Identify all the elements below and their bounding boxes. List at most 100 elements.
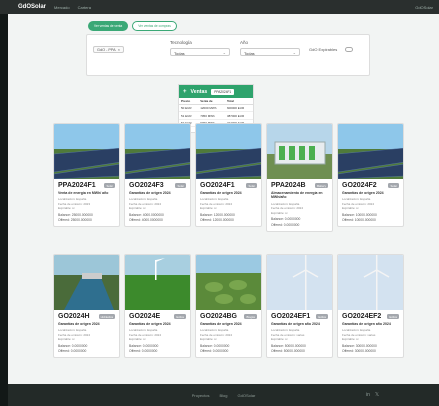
card-values: Balance: 30000.000000 Offered: 30000.0000… bbox=[342, 344, 399, 355]
table-row[interactable]: 50 EUR 12000 MWh 600000 EUR bbox=[179, 104, 253, 113]
biogas-plant-image bbox=[196, 255, 261, 310]
account-link[interactable]: GdOSolar bbox=[415, 5, 433, 10]
card-title: GO2024EF1 bbox=[271, 313, 311, 320]
footer: Proyectos Blog GdOSolar in 𝕏 bbox=[8, 384, 439, 406]
card-type-badge: Solar bbox=[175, 182, 186, 189]
card-offered: Offered: 0.0000000 bbox=[200, 349, 229, 354]
card-offered: Offered: 50000.000000 bbox=[271, 349, 305, 354]
card-title-row: PPA2024B Battery bbox=[271, 182, 328, 189]
card-description: Garantías de origen 2024 bbox=[200, 322, 242, 326]
cell: 600000 EUR bbox=[224, 104, 253, 113]
card-values: Balance: 50000.000000 Offered: 50000.0000… bbox=[271, 344, 328, 355]
card-title-row: GO2024BG Biogás bbox=[200, 313, 257, 320]
product-card[interactable]: GO2024H Hidráulica Garantías de origen 202… bbox=[53, 254, 120, 359]
card-description: Garantías de origen 2024 bbox=[342, 191, 384, 195]
sales-header: + Ventas PPA2024F1 bbox=[179, 85, 253, 98]
card-title-row: GO2024E Eólica bbox=[129, 313, 186, 320]
ano-select[interactable]: Todas ⌄ bbox=[240, 48, 300, 56]
card-offered: Offered: 0.0000000 bbox=[129, 349, 158, 354]
card-title: PPA2024B bbox=[271, 182, 306, 189]
card-description: Almacenamiento de energía en MWh/año bbox=[271, 191, 323, 200]
sales-code: PPA2024F1 bbox=[211, 88, 235, 95]
card-meta: Localización: España Fecha de emisión: 20… bbox=[271, 202, 328, 216]
card-meta: Localización: España Fecha de emisión: 20… bbox=[200, 328, 257, 342]
brand-logo[interactable]: GdOSolar bbox=[18, 4, 46, 10]
card-meta: Localización: España Fecha de emisión: va… bbox=[271, 328, 328, 342]
card-title-row: GO2024F1 Solar bbox=[200, 182, 257, 189]
ano-label: Año bbox=[240, 40, 249, 45]
sales-title: Ventas bbox=[190, 88, 208, 95]
nav-mercado[interactable]: Mercado bbox=[54, 5, 70, 10]
expired-label: GdO Expirables bbox=[309, 46, 338, 52]
card-title: PPA2024F1 bbox=[58, 182, 96, 189]
product-card[interactable]: GO2024BG Biogás Garantías de origen 2024 Lo… bbox=[195, 254, 262, 359]
footer-link-blog[interactable]: Blog bbox=[219, 393, 227, 398]
solar-panel-image bbox=[54, 124, 119, 179]
card-title: GO2024F1 bbox=[200, 182, 235, 189]
card-description: Garantías de origen año 2024 bbox=[271, 322, 320, 326]
card-title: GO2024H bbox=[58, 313, 90, 320]
card-title-row: GO2024F2 Solar bbox=[342, 182, 399, 189]
card-body: GO2024F1 Solar Garantías de origen 2024 Loc… bbox=[196, 179, 261, 226]
card-values: Balance: 0.0000000 Offered: 0.0000000 bbox=[271, 217, 328, 228]
card-body: PPA2024F1 Solar Venta de energía en MWh/ a… bbox=[54, 179, 119, 226]
card-offered: Offered: 0.0000000 bbox=[271, 222, 300, 227]
solar-panel-image bbox=[125, 124, 190, 179]
ano-value: Todas bbox=[244, 50, 255, 56]
card-title: GO2024BG bbox=[200, 313, 237, 320]
card-values: Balance: 12000.000000 Offered: 12000.0000… bbox=[200, 213, 257, 224]
footer-link-proyectos[interactable]: Proyectos bbox=[192, 393, 210, 398]
card-type-badge: Eólica bbox=[174, 313, 186, 320]
left-sidebar-strip bbox=[0, 14, 8, 406]
card-meta: Localización: España Fecha de emisión: 20… bbox=[58, 328, 115, 342]
solar-panel-image bbox=[338, 124, 403, 179]
product-card[interactable]: GO2024F1 Solar Garantías de origen 2024 Loc… bbox=[195, 123, 262, 228]
product-card[interactable]: PPA2024F1 Solar Venta de energía en MWh/ a… bbox=[53, 123, 120, 228]
card-meta: Localización: España Fecha de emisión: va… bbox=[342, 328, 399, 342]
card-body: GO2024EF2 Eólica Garantías de origen año 2… bbox=[338, 310, 403, 357]
cell: 387000 EUR bbox=[224, 111, 253, 120]
card-title-row: GO2024F3 Solar bbox=[129, 182, 186, 189]
footer-link-gdosolar[interactable]: GdOSolar bbox=[238, 393, 256, 398]
plus-icon[interactable]: + bbox=[183, 89, 187, 95]
gdo-filter-chip[interactable]: GdO - PPA × bbox=[93, 46, 124, 53]
product-card[interactable]: GO2024F2 Solar Garantías de origen 2024 Loc… bbox=[337, 123, 404, 228]
tecnologia-value: Todas bbox=[174, 50, 185, 56]
toggle-ventas[interactable]: Ver ventas de venta bbox=[88, 21, 129, 31]
green-field-image bbox=[125, 255, 190, 310]
tecnologia-select[interactable]: Todas ⌄ bbox=[170, 48, 230, 56]
card-body: GO2024H Hidráulica Garantías de origen 202… bbox=[54, 310, 119, 357]
wind-turbine-image bbox=[267, 255, 332, 310]
product-card[interactable]: GO2024EF1 Eólica Garantías de origen año 2… bbox=[266, 254, 333, 359]
chip-close-icon[interactable]: × bbox=[118, 48, 120, 52]
linkedin-icon[interactable]: in bbox=[366, 392, 370, 398]
product-card[interactable]: GO2024EF2 Eólica Garantías de origen año 2… bbox=[337, 254, 404, 359]
card-meta-expirable: Expirable: sí bbox=[271, 210, 288, 215]
card-values: Balance: 0.0000000 Offered: 0.0000000 bbox=[200, 344, 257, 355]
product-card[interactable]: PPA2024B Battery Almacenamiento de energía… bbox=[266, 123, 333, 232]
product-card[interactable]: GO2024E Eólica Garantías de origen 2024 Loc… bbox=[124, 254, 191, 359]
card-title: GO2024E bbox=[129, 313, 161, 320]
card-values: Balance: 0.0000000 Offered: 0.0000000 bbox=[129, 344, 186, 355]
card-meta-expirable: Expirable: sí bbox=[200, 337, 217, 342]
twitter-icon[interactable]: 𝕏 bbox=[375, 392, 379, 398]
top-navbar: GdOSolar Mercado Cartera GdOSolar bbox=[0, 0, 439, 14]
card-type-badge: Biogás bbox=[244, 313, 257, 320]
card-title-row: GO2024H Hidráulica bbox=[58, 313, 115, 320]
tecnologia-label: Tecnología bbox=[170, 40, 192, 45]
card-title: GO2024EF2 bbox=[342, 313, 382, 320]
product-card[interactable]: GO2024F3 Solar Garantías de origen 2024 Loc… bbox=[124, 123, 191, 228]
card-body: GO2024F3 Solar Garantías de origen 2024 Loc… bbox=[125, 179, 190, 226]
card-meta-expirable: Expirable: sí bbox=[200, 206, 217, 211]
filter-panel: GdO - PPA × Tecnología Todas ⌄ Año Todas… bbox=[86, 34, 370, 76]
card-type-badge: Solar bbox=[246, 182, 257, 189]
card-meta-expirable: Expirable: sí bbox=[342, 337, 359, 342]
expired-toggle[interactable] bbox=[345, 47, 353, 52]
toggle-compras[interactable]: Ver ventas de compras bbox=[132, 21, 177, 31]
card-title-row: GO2024EF1 Eólica bbox=[271, 313, 328, 320]
nav-cartera[interactable]: Cartera bbox=[78, 5, 91, 10]
card-type-badge: Solar bbox=[388, 182, 399, 189]
table-row[interactable]: 51 EUR 7050 MWh 387000 EUR bbox=[179, 111, 253, 120]
card-description: Venta de energía en MWh/ año bbox=[58, 191, 109, 195]
solar-panel-image bbox=[196, 124, 261, 179]
